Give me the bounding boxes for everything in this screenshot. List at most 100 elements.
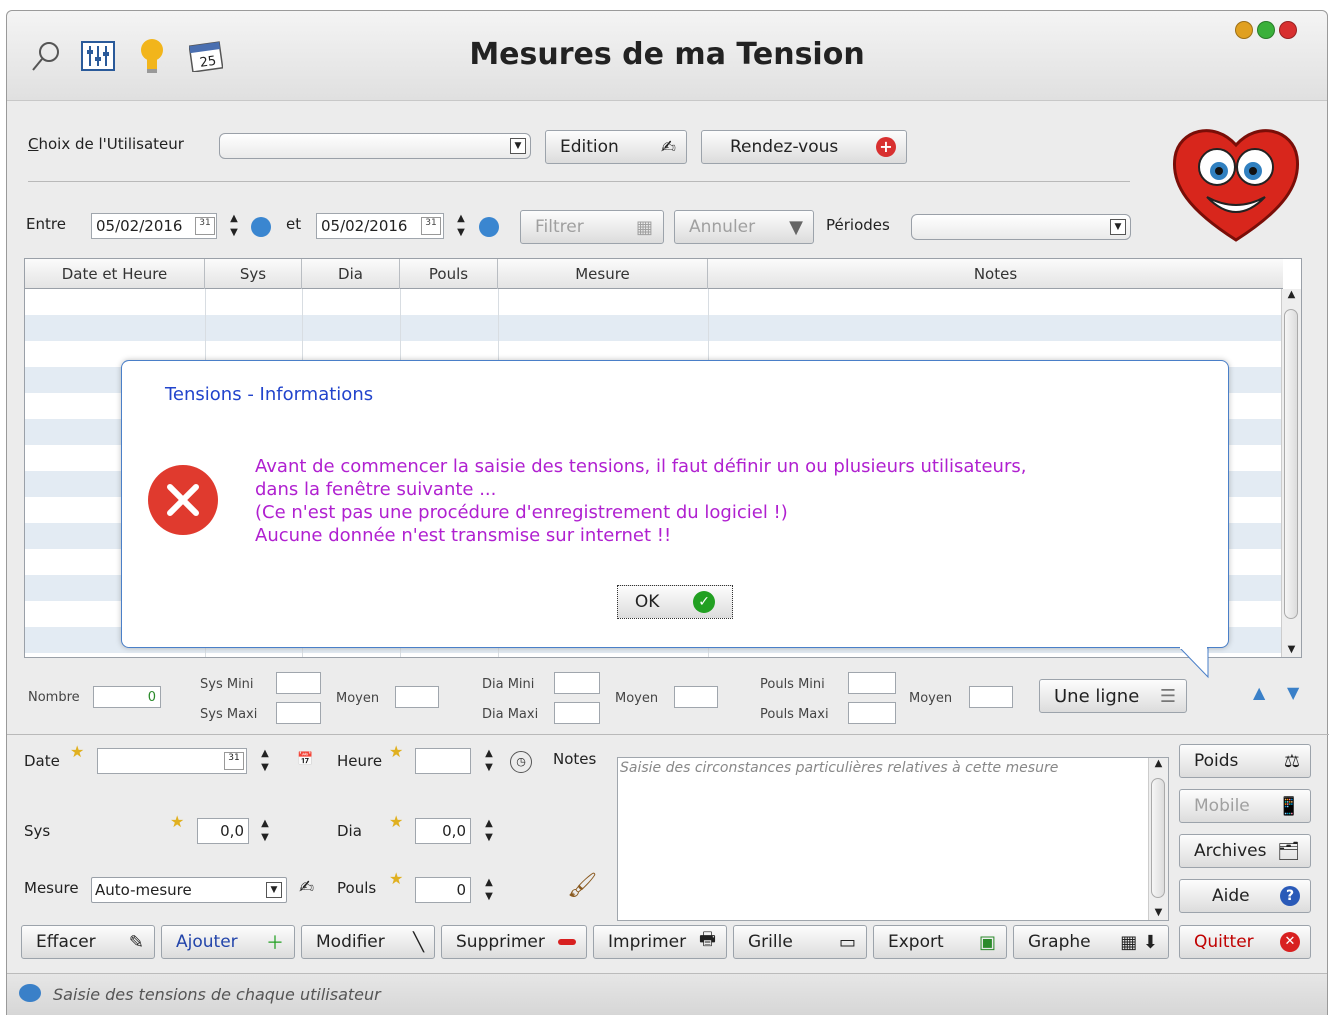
quitter-button[interactable]: Quitter ✕ [1179,925,1311,959]
calendar-icon[interactable]: 31 [224,752,244,770]
date-to-stepper[interactable]: ▲ ▼ [453,213,469,239]
minimize-button[interactable] [1235,21,1253,39]
calendar-icon[interactable]: 31 [421,217,441,235]
scroll-thumb[interactable] [1284,309,1298,619]
status-text: Saisie des tensions de chaque utilisateu… [53,985,381,1004]
table-row[interactable] [25,315,1283,341]
arrow-up-icon[interactable]: ▲ [1253,683,1265,702]
entre-label: Entre [26,215,66,233]
notes-scrollbar[interactable]: ▲ ▼ [1148,758,1168,920]
sys-maxi-value [276,702,321,724]
une-ligne-button[interactable]: Une ligne ☰ [1039,679,1187,713]
annuler-button[interactable]: Annuler ▼ [674,210,814,244]
grid-icon: ▭ [838,931,856,953]
scroll-down-icon[interactable]: ▼ [1149,907,1168,918]
sys-input[interactable]: 0,0 [197,818,249,844]
maximize-button[interactable] [1257,21,1275,39]
pencil-icon: ✍ [660,136,676,158]
pencil-icon[interactable]: ✍ [299,877,314,898]
filtrer-button[interactable]: Filtrer ▦ [520,210,664,244]
notes-label: Notes [553,750,597,768]
et-label: et [286,215,302,233]
scroll-up-icon[interactable]: ▲ [1282,289,1301,300]
chevron-down-icon[interactable]: ▼ [266,882,282,898]
dia-input[interactable]: 0,0 [415,818,471,844]
pouls-mini-value [848,672,896,694]
close-button[interactable] [1279,21,1297,39]
info-dialog: Tensions - Informations Avant de commenc… [121,360,1229,679]
arrow-down-icon[interactable]: ▼ [1287,683,1299,702]
pouls-maxi-value [848,702,896,724]
scroll-thumb[interactable] [1151,778,1165,898]
heart-mascot-icon [1169,115,1303,245]
globe-icon[interactable] [479,217,499,237]
pouls-stepper[interactable]: ▲ ▼ [481,877,497,903]
grille-button[interactable]: Grille ▭ [733,925,867,959]
column-header-notes[interactable]: Notes [708,259,1283,289]
graphe-button[interactable]: Graphe ▦ ⬇ [1013,925,1169,959]
archive-icon: 🗂 [1277,840,1300,862]
column-header-sys[interactable]: Sys [205,259,302,289]
separator [7,734,1329,735]
table-scrollbar[interactable]: ▲ ▼ [1281,289,1301,657]
modifier-button[interactable]: Modifier ╲ [301,925,435,959]
user-choice-label: Choix de l'Utilisateur [28,135,184,153]
column-header-date[interactable]: Date et Heure [25,259,205,289]
export-button[interactable]: Export ▣ [873,925,1007,959]
dia-stepper[interactable]: ▲ ▼ [481,818,497,844]
date-stepper[interactable]: ▲ ▼ [257,748,273,774]
mesure-select[interactable]: Auto-mesure ▼ [91,877,287,903]
window-title: Mesures de ma Tension [469,37,865,72]
supprimer-button[interactable]: Supprimer [441,925,587,959]
sys-mini-value [276,672,321,694]
brush-icon[interactable]: 🖌 [567,871,597,899]
required-star-icon: ★ [389,742,404,761]
mobile-icon: 📱 [1277,795,1300,817]
calendar-small-icon[interactable]: 📅 [297,752,313,767]
chevron-down-icon[interactable]: ▼ [510,138,526,154]
ok-button[interactable]: OK ✓ [617,585,733,619]
sys-moyen-label: Moyen [336,691,380,706]
effacer-button[interactable]: Effacer ✎ [21,925,155,959]
add-icon: ＋ [266,933,284,954]
rendez-vous-button[interactable]: Rendez-vous + [701,130,907,164]
table-row[interactable] [25,289,1283,315]
error-icon [148,465,218,535]
required-star-icon: ★ [389,869,404,888]
funnel-icon: ▼ [789,216,803,238]
scroll-up-icon[interactable]: ▲ [1149,758,1168,769]
mobile-button[interactable]: Mobile 📱 [1179,789,1311,823]
archives-button[interactable]: Archives 🗂 [1179,834,1311,868]
pouls-input[interactable]: 0 [415,877,471,903]
pouls-label: Pouls [337,879,377,897]
imprimer-button[interactable]: Imprimer 🖶 [593,925,727,959]
heure-stepper[interactable]: ▲ ▼ [481,748,497,774]
ajouter-button[interactable]: Ajouter ＋ [161,925,295,959]
periodes-select[interactable]: ▼ [911,214,1131,240]
pouls-moyen-value [969,686,1013,708]
aide-button[interactable]: Aide? [1179,879,1311,913]
poids-button[interactable]: Poids ⚖ [1179,744,1311,778]
mesure-label: Mesure [24,879,79,897]
required-star-icon: ★ [170,812,185,831]
edition-button[interactable]: Edition ✍ [545,130,687,164]
printer-icon: 🖶 [699,929,716,950]
column-header-dia[interactable]: Dia [302,259,400,289]
status-bar: Saisie des tensions de chaque utilisateu… [7,973,1327,1015]
globe-icon[interactable] [251,217,271,237]
scroll-down-icon[interactable]: ▼ [1282,644,1301,655]
help-icon: ? [1280,886,1300,906]
column-header-mesure[interactable]: Mesure [498,259,708,289]
column-header-pouls[interactable]: Pouls [400,259,498,289]
pouls-moyen-label: Moyen [909,691,953,706]
calendar-icon[interactable]: 31 [195,217,215,235]
date-from-stepper[interactable]: ▲ ▼ [226,213,242,239]
chevron-down-icon[interactable]: ▼ [1110,219,1126,235]
notes-textarea[interactable]: Saisie des circonstances particulières r… [617,757,1169,921]
user-select[interactable]: ▼ [219,133,531,159]
sys-stepper[interactable]: ▲ ▼ [257,818,273,844]
clock-icon[interactable]: ◷ [510,751,532,773]
heure-input[interactable] [415,748,471,774]
title-bar: 25 Mesures de ma Tension [7,11,1327,101]
excel-icon: ▣ [978,931,996,953]
